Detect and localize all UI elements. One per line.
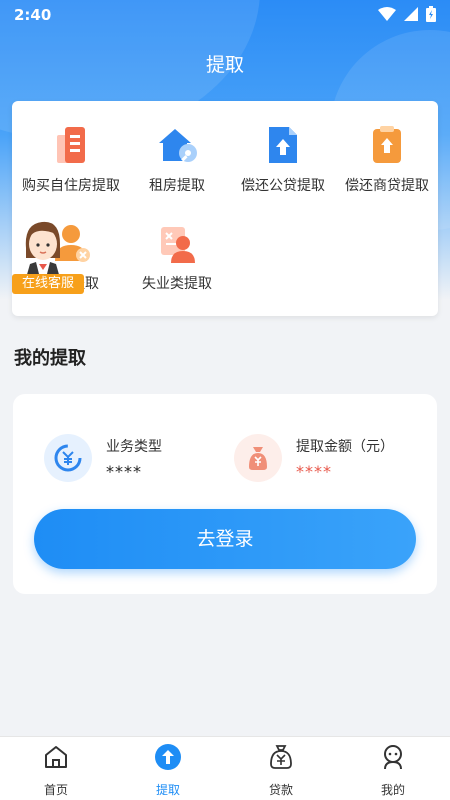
bottom-tab-bar: 首页 提取 贷款 我的 [0,736,450,800]
business-type-value: **** [106,461,142,481]
wifi-icon [378,7,396,21]
service-repay-commercial-loan[interactable]: 偿还商贷提取 [334,123,440,196]
battery-icon [426,6,436,22]
service-label: 偿还公贷提取 [241,178,325,194]
tab-label: 首页 [43,783,68,797]
document-upload-icon [269,127,297,163]
business-type-label: 业务类型 [106,438,162,455]
tab-label: 贷款 [268,783,293,797]
unemployment-doc-icon [161,227,195,263]
agent-avatar-icon [25,221,60,278]
service-rent[interactable]: 租房提取 [124,123,230,196]
tab-label: 我的 [380,783,405,797]
service-label: 购买自住房提取 [22,178,120,194]
house-key-icon [159,129,197,162]
login-button[interactable]: 去登录 [34,509,416,569]
service-unemployment[interactable]: 失业类提取 [124,221,230,294]
tab-withdraw[interactable]: 提取 [112,743,224,798]
tab-profile[interactable]: 我的 [337,743,449,798]
status-bar: 2:40 [0,0,450,30]
withdrawal-amount-info: 提取金额（元） **** [234,434,394,482]
status-time: 2:40 [14,6,52,24]
yuan-exchange-icon [54,444,82,472]
service-repay-public-loan[interactable]: 偿还公贷提取 [230,123,336,196]
building-icon [57,127,85,163]
service-label: 失业类提取 [142,276,212,292]
service-label: 租房提取 [149,178,205,194]
page-title: 提取 [205,54,244,76]
my-withdrawal-card: 业务类型 **** 提取金额（元） **** 去登录 [13,394,437,594]
home-icon [45,746,67,768]
withdrawal-amount-label: 提取金额（元） [296,438,394,455]
money-bag-icon [249,447,267,470]
my-withdrawal-title: 我的提取 [14,348,86,369]
tab-home[interactable]: 首页 [0,743,112,798]
status-icons [378,6,436,22]
online-service-label: 在线客服 [12,274,84,294]
tab-label: 提取 [155,783,180,797]
service-label: 偿还商贷提取 [345,178,429,194]
withdraw-icon [155,744,181,770]
online-service-button[interactable]: 在线客服 [12,218,84,296]
tab-loan[interactable]: 贷款 [225,743,337,798]
business-type-info: 业务类型 **** [44,434,162,482]
amount-icon [234,434,282,482]
clipboard-upload-icon [373,126,401,163]
signal-icon [404,7,418,21]
profile-icon [384,745,402,770]
business-type-icon [44,434,92,482]
withdrawal-amount-value: **** [296,461,332,481]
loan-icon [270,745,292,769]
service-buy-house[interactable]: 购买自住房提取 [18,123,124,196]
